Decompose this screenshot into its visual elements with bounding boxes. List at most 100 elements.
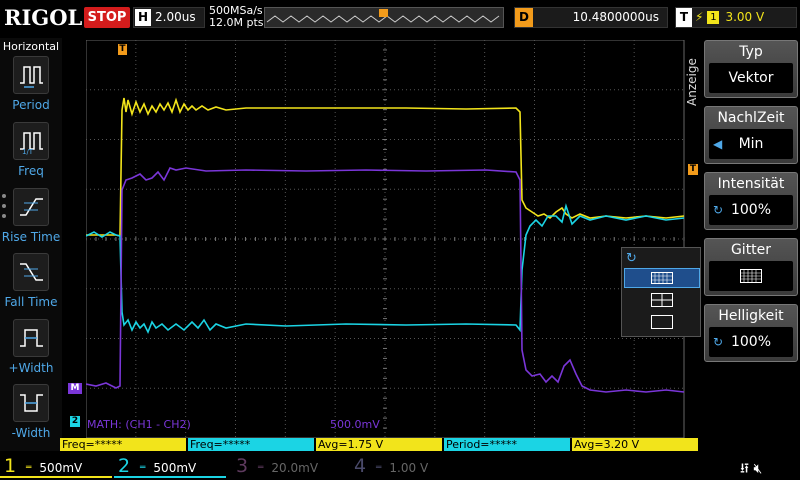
memory-overview-bar[interactable] — [264, 7, 504, 28]
measure-sidebar: Horizontal Period 1/T Freq Rise Time Fal… — [0, 38, 62, 451]
menu-button-type[interactable]: Typ Vektor — [704, 40, 798, 98]
grid-option-half[interactable] — [624, 290, 700, 310]
brand-logo: RIGOL — [4, 5, 83, 30]
measure-item-rise-time[interactable]: Rise Time — [0, 188, 62, 244]
measure-label-pos-width: +Width — [8, 361, 54, 375]
grid-option-none[interactable] — [624, 312, 700, 332]
left-arrow-icon: ◀ — [713, 137, 723, 151]
menu-button-grid[interactable]: Gitter — [704, 238, 798, 296]
top-status-bar: RIGOL STOP H 2.00us 500MSa/s 12.0M pts D … — [0, 0, 800, 38]
menu-button-brightness[interactable]: Helligkeit ↻ 100% — [704, 304, 798, 362]
menu-title-persistence: NachlZeit — [717, 110, 785, 126]
timebase-value: 2.00us — [155, 10, 196, 24]
channel-3-number: 3 — [235, 455, 249, 477]
fall-time-icon — [13, 253, 49, 291]
dc-coupling-icon: ═ — [376, 463, 382, 473]
horizontal-badge: H — [135, 9, 151, 26]
trigger-badge: T — [676, 8, 692, 27]
half-grid-icon — [651, 293, 673, 307]
trigger-position-marker[interactable]: T — [118, 44, 127, 55]
measure-label-period: Period — [12, 98, 50, 112]
grid-option-popup: ↻ — [621, 247, 701, 337]
menu-value-box-brightness: ↻ 100% — [709, 327, 793, 357]
measure-label-fall-time: Fall Time — [4, 295, 58, 309]
delay-readout[interactable]: D 10.4800000us — [514, 7, 668, 28]
menu-value-type: Vektor — [709, 63, 793, 93]
trigger-source: 1 — [707, 11, 720, 24]
trigger-readout[interactable]: T ⚡ 1 3.00 V — [675, 7, 797, 28]
knob-icon: ↻ — [626, 251, 637, 266]
measure-label-neg-width: -Width — [11, 426, 51, 440]
waveform-display[interactable]: T M 2 T — [68, 40, 698, 438]
menu-value-persistence: Min — [738, 136, 764, 152]
overview-trigger-marker — [379, 9, 388, 17]
grid-option-full[interactable] — [624, 268, 700, 288]
channel-1-status[interactable]: 1 ═ 500mV — [0, 454, 112, 478]
full-grid-icon — [651, 272, 673, 284]
trigger-level-marker[interactable]: T — [688, 164, 698, 175]
trigger-level: 3.00 V — [725, 10, 765, 24]
rise-time-icon — [13, 188, 49, 226]
run-stop-status[interactable]: STOP — [84, 7, 130, 28]
knob-icon: ↻ — [713, 203, 724, 217]
measurement-avg-ch1[interactable]: Avg=1.75 V — [316, 438, 442, 451]
ch2-ground-marker[interactable]: 2 — [70, 416, 80, 427]
math-expression-label: MATH: (CH1 - CH2) — [87, 418, 191, 431]
measure-item-neg-width[interactable]: -Width — [0, 384, 62, 440]
measure-category-title: Horizontal — [2, 40, 60, 53]
freq-icon: 1/T — [13, 122, 49, 160]
timebase-readout[interactable]: H 2.00us — [133, 7, 205, 28]
measure-item-period[interactable]: Period — [0, 56, 62, 112]
menu-value-grid — [709, 261, 793, 291]
math-scale-label: 500.0mV — [330, 418, 380, 431]
measurement-period-ch2[interactable]: Period=***** — [444, 438, 570, 451]
menu-title-grid: Gitter — [730, 242, 772, 258]
menu-title-type: Typ — [739, 44, 763, 60]
measure-item-freq[interactable]: 1/T Freq — [0, 122, 62, 178]
channel-4-scale: 1.00 V — [389, 461, 429, 475]
dc-coupling-icon: ═ — [140, 463, 146, 473]
measurement-freq-ch1[interactable]: Freq=***** — [60, 438, 186, 451]
channel-bar: 1 ═ 500mV 2 ═ 500mV 3 ═ 20.0mV 4 ═ 1.00 V ⭿ 🔇︎ — [0, 452, 800, 480]
memory-overview-waveform — [266, 9, 500, 23]
channel-4-status[interactable]: 4 ═ 1.00 V — [350, 454, 462, 478]
measure-item-pos-width[interactable]: +Width — [0, 319, 62, 375]
measurement-bar: Freq=***** Freq=***** Avg=1.75 V Period=… — [60, 438, 700, 451]
neg-width-icon — [13, 384, 49, 422]
menu-value-box-persistence: ◀ Min — [709, 129, 793, 159]
channel-2-number: 2 — [117, 455, 131, 477]
channel-2-status[interactable]: 2 ═ 500mV — [114, 454, 226, 478]
no-grid-icon — [651, 315, 673, 329]
menu-value-intensity: 100% — [730, 202, 772, 218]
menu-button-intensity[interactable]: Intensität ↻ 100% — [704, 172, 798, 230]
measure-label-freq: Freq — [18, 164, 44, 178]
period-icon — [13, 56, 49, 94]
menu-value-box-intensity: ↻ 100% — [709, 195, 793, 225]
display-menu: Typ Vektor NachlZeit ◀ Min Intensität ↻ 10… — [704, 38, 800, 451]
rising-edge-icon: ⚡ — [695, 10, 704, 24]
measurement-avg-ch1-b[interactable]: Avg=3.20 V — [572, 438, 698, 451]
menu-button-persistence[interactable]: NachlZeit ◀ Min — [704, 106, 798, 164]
dc-coupling-icon: ═ — [258, 463, 264, 473]
measure-label-rise-time: Rise Time — [1, 230, 61, 244]
delay-badge: D — [515, 8, 533, 27]
measure-item-fall-time[interactable]: Fall Time — [0, 253, 62, 309]
full-grid-icon — [740, 269, 762, 283]
usb-icon: ⭿ 🔇︎ — [740, 461, 763, 477]
speaker-muted-icon: 🔇︎ — [753, 461, 763, 477]
delay-value: 10.4800000us — [572, 10, 659, 24]
knob-icon: ↻ — [713, 335, 724, 349]
channel-3-status[interactable]: 3 ═ 20.0mV — [232, 454, 344, 478]
acquisition-info: 500MSa/s 12.0M pts — [209, 5, 264, 29]
dc-coupling-icon: ═ — [26, 463, 32, 473]
memory-depth: 12.0M pts — [209, 16, 264, 29]
graticule — [86, 40, 685, 438]
channel-2-scale: 500mV — [153, 461, 197, 475]
measurement-freq-ch2[interactable]: Freq=***** — [188, 438, 314, 451]
channel-1-scale: 500mV — [39, 461, 83, 475]
svg-text:1/T: 1/T — [22, 148, 34, 155]
channel-4-number: 4 — [353, 455, 367, 477]
menu-title-brightness: Helligkeit — [718, 308, 784, 324]
math-ground-marker[interactable]: M — [68, 383, 82, 394]
channel-3-scale: 20.0mV — [271, 461, 319, 475]
